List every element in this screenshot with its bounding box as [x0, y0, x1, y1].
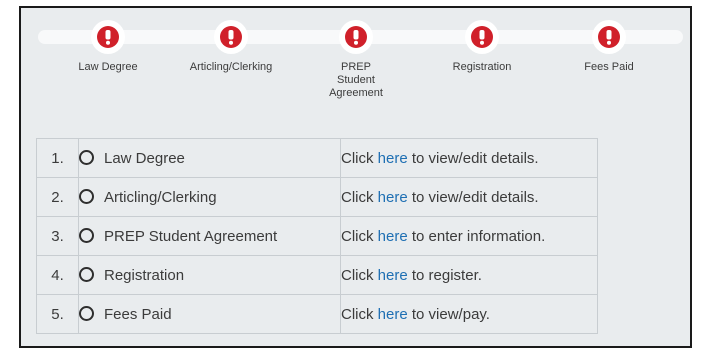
action-text: Click — [341, 305, 378, 323]
step-prep-student-agreement[interactable]: PREP Student Agreement — [301, 8, 411, 100]
radio-empty-icon — [79, 306, 94, 322]
step-circle — [465, 20, 499, 54]
row-action: Click here to view/pay. — [340, 294, 598, 334]
step-fees-paid[interactable]: Fees Paid — [554, 8, 664, 74]
step-label: Law Degree — [78, 61, 138, 73]
step-circle — [592, 20, 626, 54]
action-text: to enter information. — [407, 227, 546, 245]
step-label: Articling/Clerking — [189, 61, 273, 73]
row-action: Click here to register. — [340, 255, 598, 295]
here-link[interactable]: here — [378, 189, 408, 206]
here-link[interactable]: here — [378, 306, 408, 323]
action-text: to view/edit details. — [407, 188, 539, 206]
row-item-label: Fees Paid — [104, 305, 172, 323]
action-text: Click — [341, 266, 378, 284]
row-item-label: Registration — [104, 266, 185, 284]
exclamation-icon — [598, 26, 620, 48]
exclamation-icon — [220, 26, 242, 48]
row-item: Articling/Clerking — [78, 177, 341, 217]
here-link[interactable]: here — [378, 150, 408, 167]
row-action: Click here to enter information. — [340, 216, 598, 256]
row-number: 1. — [36, 138, 79, 178]
step-circle — [91, 20, 125, 54]
action-text: Click — [341, 227, 378, 245]
here-link[interactable]: here — [378, 267, 408, 284]
action-text: to register. — [407, 266, 482, 284]
table-row: 4. Registration Click here to register. — [36, 255, 598, 295]
row-number: 4. — [36, 255, 79, 295]
row-item-label: PREP Student Agreement — [104, 227, 278, 245]
radio-empty-icon — [79, 228, 94, 244]
step-registration[interactable]: Registration — [427, 8, 537, 74]
checklist-table: 1. Law Degree Click here to view/edit de… — [36, 138, 598, 334]
step-circle — [339, 20, 373, 54]
row-action: Click here to view/edit details. — [340, 177, 598, 217]
table-row: 3. PREP Student Agreement Click here to … — [36, 216, 598, 256]
table-row: 5. Fees Paid Click here to view/pay. — [36, 294, 598, 334]
radio-empty-icon — [79, 267, 94, 283]
step-circle — [214, 20, 248, 54]
row-item: PREP Student Agreement — [78, 216, 341, 256]
action-text: Click — [341, 149, 378, 167]
row-item: Fees Paid — [78, 294, 341, 334]
step-articling-clerking[interactable]: Articling/Clerking — [176, 8, 286, 74]
exclamation-icon — [345, 26, 367, 48]
row-item-label: Law Degree — [104, 149, 185, 167]
here-link[interactable]: here — [378, 228, 408, 245]
row-action: Click here to view/edit details. — [340, 138, 598, 178]
step-label: Registration — [452, 61, 512, 73]
progress-panel: Law Degree Articling/Clerking PREP Stude… — [19, 6, 692, 348]
action-text: to view/pay. — [407, 305, 490, 323]
row-number: 3. — [36, 216, 79, 256]
row-item: Law Degree — [78, 138, 341, 178]
exclamation-icon — [471, 26, 493, 48]
exclamation-icon — [97, 26, 119, 48]
radio-empty-icon — [79, 150, 94, 166]
row-number: 5. — [36, 294, 79, 334]
row-item-label: Articling/Clerking — [104, 188, 217, 206]
table-row: 2. Articling/Clerking Click here to view… — [36, 177, 598, 217]
action-text: Click — [341, 188, 378, 206]
table-row: 1. Law Degree Click here to view/edit de… — [36, 138, 598, 178]
action-text: to view/edit details. — [407, 149, 539, 167]
row-item: Registration — [78, 255, 341, 295]
step-label: PREP Student Agreement — [329, 61, 383, 99]
step-law-degree[interactable]: Law Degree — [53, 8, 163, 74]
radio-empty-icon — [79, 189, 94, 205]
step-label: Fees Paid — [584, 61, 634, 73]
row-number: 2. — [36, 177, 79, 217]
